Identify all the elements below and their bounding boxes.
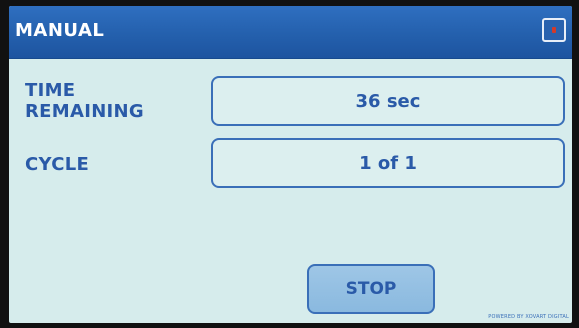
cycle-label: CYCLE <box>25 154 90 175</box>
close-icon <box>552 27 556 33</box>
page-title: MANUAL <box>15 20 105 41</box>
time-remaining-value: 36 sec <box>211 76 565 126</box>
powered-by-footer: POWERED BY XOVART DIGITAL <box>488 314 569 320</box>
title-bar: MANUAL <box>9 6 572 59</box>
time-remaining-label: TIME REMAINING <box>25 80 144 122</box>
touch-screen: MANUAL TIME REMAINING 36 sec CYCLE 1 of … <box>9 6 572 323</box>
device-bezel: MANUAL TIME REMAINING 36 sec CYCLE 1 of … <box>0 0 579 328</box>
close-button[interactable] <box>542 18 566 42</box>
cycle-value: 1 of 1 <box>211 138 565 188</box>
time-remaining-label-line1: TIME <box>25 80 76 101</box>
time-remaining-label-line2: REMAINING <box>25 101 144 122</box>
stop-button[interactable]: STOP <box>307 264 435 314</box>
